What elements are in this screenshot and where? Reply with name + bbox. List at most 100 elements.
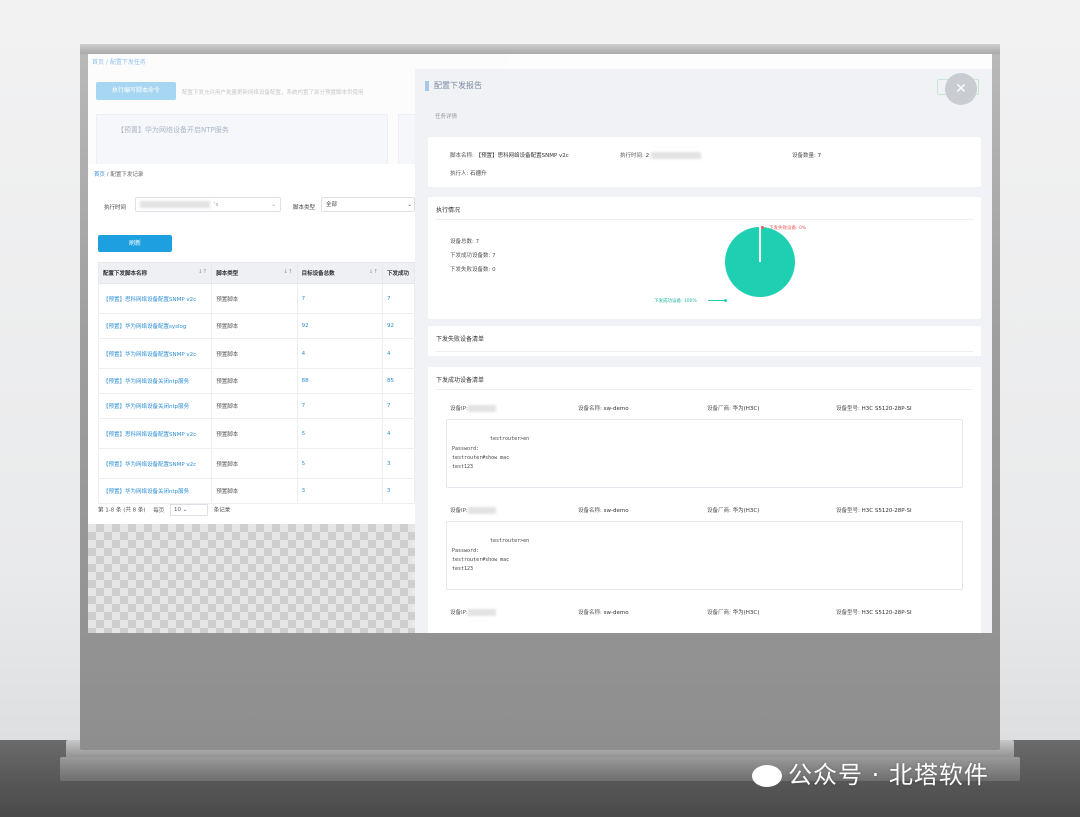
- task-section-title: 任务详情: [435, 114, 458, 120]
- row-success[interactable]: 7: [381, 393, 416, 419]
- transparent-area: [88, 524, 415, 633]
- records-panel: 首页 / 配置下发记录 执行时间 's ⌄ 脚本类型 全部 ⌄ 刷新 配置下发脚…: [88, 164, 416, 524]
- column-header-name[interactable]: 配置下发脚本名称 ↓↑: [97, 262, 213, 284]
- device-name-field: 设备名称: sw-demo: [578, 508, 629, 514]
- exec-time-picker[interactable]: 's ⌄: [135, 197, 281, 212]
- table-row[interactable]: 【预置】华为网络设备关闭ntp服务 预置脚本 3 3: [97, 478, 416, 504]
- row-total[interactable]: 88: [296, 368, 383, 394]
- exec-time-field: 执行时间: 2: [620, 151, 705, 159]
- model-field: 设备型号: H3C S5120-28P-SI: [836, 508, 912, 514]
- preset-script-card[interactable]: 【预置】华为网络设备开启NTP服务: [96, 114, 388, 166]
- table-row[interactable]: 【预置】华为网络设备关闭ntp服务 预置脚本 7 7: [97, 393, 416, 419]
- command-output: testrouter>en Password: testrouter#show …: [446, 521, 963, 590]
- terminal-line: test123: [452, 566, 474, 572]
- row-success[interactable]: 4: [381, 418, 416, 449]
- device-ip-blurred: [467, 507, 496, 514]
- terminal-line: Password:: [452, 446, 480, 452]
- exec-time-blurred: [651, 152, 702, 159]
- run-script-button[interactable]: 执行编写脚本命令: [96, 82, 176, 100]
- table-header-row: 配置下发脚本名称 ↓↑ 脚本类型 ↓↑ 目标设备总数 ↓↑ 下发成功: [97, 262, 416, 284]
- row-script-type: 预置脚本: [211, 418, 298, 449]
- vendor-field: 设备厂商: 华为(H3C): [707, 508, 760, 514]
- row-script-name[interactable]: 【预置】思科网络设备配置SNMP v2c: [97, 283, 213, 314]
- column-header-total[interactable]: 目标设备总数 ↓↑: [296, 262, 383, 284]
- row-script-type: 预置脚本: [211, 368, 298, 394]
- success-list-title: 下发成功设备清单: [436, 377, 485, 384]
- report-title: 配置下发报告: [425, 80, 482, 91]
- row-script-name[interactable]: 【预置】华为网络设备关闭ntp服务: [97, 478, 213, 504]
- task-detail-card: 脚本名称: 【预置】思科网络设备配置SNMP v2c 执行时间: 2 设备数量:…: [428, 137, 981, 187]
- table-row[interactable]: 【预置】思科网络设备配置SNMP v2c 预置脚本 5 4: [97, 418, 416, 449]
- display-frame-top: [80, 44, 1000, 54]
- execution-card: 执行情况 设备总数: 7 下发成功设备数: 7 下发失败设备数: 0 下发失败设…: [428, 197, 981, 319]
- row-total[interactable]: 7: [296, 393, 383, 419]
- pie-slice-fail: [759, 227, 761, 262]
- execution-section-title: 执行情况: [436, 207, 461, 214]
- row-total[interactable]: 7: [296, 283, 383, 314]
- row-total[interactable]: 92: [296, 313, 383, 339]
- row-total[interactable]: 5: [296, 418, 383, 449]
- pie-success-leader: [708, 300, 724, 301]
- pagination: 第 1-8 条 (共 8 条) 每页 10 ⌄ 条记录: [98, 504, 230, 516]
- device-ip-field: 设备IP:: [450, 404, 500, 412]
- success-list-card: 下发成功设备清单 设备IP: 设备名称: sw-demo 设备厂商: 华为(H3…: [428, 367, 981, 633]
- background-description: 配置下发允许用户批量更新网络设备配置，系统内置了部分预置脚本供使用: [182, 90, 364, 96]
- chevron-down-icon: ⌄: [407, 202, 412, 208]
- table-row[interactable]: 【预置】华为网络设备配置syslog 预置脚本 92 92: [97, 313, 416, 339]
- table-row[interactable]: 【预置】华为网络设备关闭ntp服务 预置脚本 88 85: [97, 368, 416, 394]
- device-ip-blurred: [467, 609, 496, 616]
- row-script-type: 预置脚本: [211, 283, 298, 314]
- row-success[interactable]: 4: [381, 338, 416, 369]
- row-success[interactable]: 3: [381, 478, 416, 504]
- script-type-value: 全部: [326, 202, 338, 208]
- model-field: 设备型号: H3C S5120-28P-SI: [836, 610, 912, 616]
- executor-field: 执行人: 石德升: [450, 171, 487, 177]
- preset-script-card-label: 【预置】华为网络设备开启NTP服务: [117, 126, 229, 134]
- exec-time-suffix: 's: [214, 202, 219, 208]
- terminal-line: testrouter>en: [490, 538, 530, 544]
- title-bar-icon: [425, 80, 429, 91]
- row-success[interactable]: 7: [381, 283, 416, 314]
- page-size-select[interactable]: 10 ⌄: [170, 504, 209, 516]
- device-count-field: 设备数量: 7: [792, 153, 822, 159]
- refresh-button[interactable]: 刷新: [98, 235, 172, 252]
- row-script-type: 预置脚本: [211, 338, 298, 369]
- row-script-name[interactable]: 【预置】华为网络设备关闭ntp服务: [97, 393, 213, 419]
- breadcrumb-home[interactable]: 首页: [94, 172, 105, 178]
- terminal-line: test123: [452, 464, 474, 470]
- vendor-field: 设备厂商: 华为(H3C): [707, 406, 760, 412]
- device-ip-field: 设备IP:: [450, 608, 500, 616]
- table-row[interactable]: 【预置】华为网络设备配置SNMP v2c 预置脚本 5 3: [97, 448, 416, 479]
- row-script-name[interactable]: 【预置】思科网络设备配置SNMP v2c: [97, 418, 213, 449]
- table-row[interactable]: 【预置】思科网络设备配置SNMP v2c 预置脚本 7 7: [97, 283, 416, 314]
- row-script-type: 预置脚本: [211, 393, 298, 419]
- script-type-select[interactable]: 全部 ⌄: [321, 197, 415, 212]
- row-success[interactable]: 3: [381, 448, 416, 479]
- column-header-success[interactable]: 下发成功: [381, 262, 416, 284]
- row-script-name[interactable]: 【预置】华为网络设备配置SNMP v2c: [97, 338, 213, 369]
- device-ip-field: 设备IP:: [450, 506, 500, 514]
- pager-unit: 条记录: [213, 507, 231, 514]
- close-icon[interactable]: ✕: [945, 73, 977, 105]
- wechat-icon: [752, 765, 782, 787]
- sort-icon[interactable]: ↓↑: [198, 269, 207, 275]
- row-total[interactable]: 3: [296, 478, 383, 504]
- background-breadcrumb: 首页 / 配置下发任务: [92, 59, 146, 66]
- pager-summary: 第 1-8 条 (共 8 条): [98, 507, 146, 514]
- screen: 首页 / 配置下发任务 执行编写脚本命令 配置下发允许用户批量更新网络设备配置，…: [88, 54, 992, 633]
- row-total[interactable]: 5: [296, 448, 383, 479]
- sort-icon[interactable]: ↓↑: [283, 269, 292, 275]
- sort-icon[interactable]: ↓↑: [369, 269, 378, 275]
- script-name-field: 脚本名称: 【预置】思科网络设备配置SNMP v2c: [450, 153, 569, 159]
- row-success[interactable]: 92: [381, 313, 416, 339]
- vendor-field: 设备厂商: 华为(H3C): [707, 610, 760, 616]
- row-success[interactable]: 85: [381, 368, 416, 394]
- row-total[interactable]: 4: [296, 338, 383, 369]
- row-script-name[interactable]: 【预置】华为网络设备配置SNMP v2c: [97, 448, 213, 479]
- column-header-type[interactable]: 脚本类型 ↓↑: [211, 262, 298, 284]
- row-script-name[interactable]: 【预置】华为网络设备关闭ntp服务: [97, 368, 213, 394]
- breadcrumb-current: 配置下发记录: [110, 172, 144, 178]
- table-row[interactable]: 【预置】华为网络设备配置SNMP v2c 预置脚本 4 4: [97, 338, 416, 369]
- row-script-type: 预置脚本: [211, 313, 298, 339]
- row-script-name[interactable]: 【预置】华为网络设备配置syslog: [97, 313, 213, 339]
